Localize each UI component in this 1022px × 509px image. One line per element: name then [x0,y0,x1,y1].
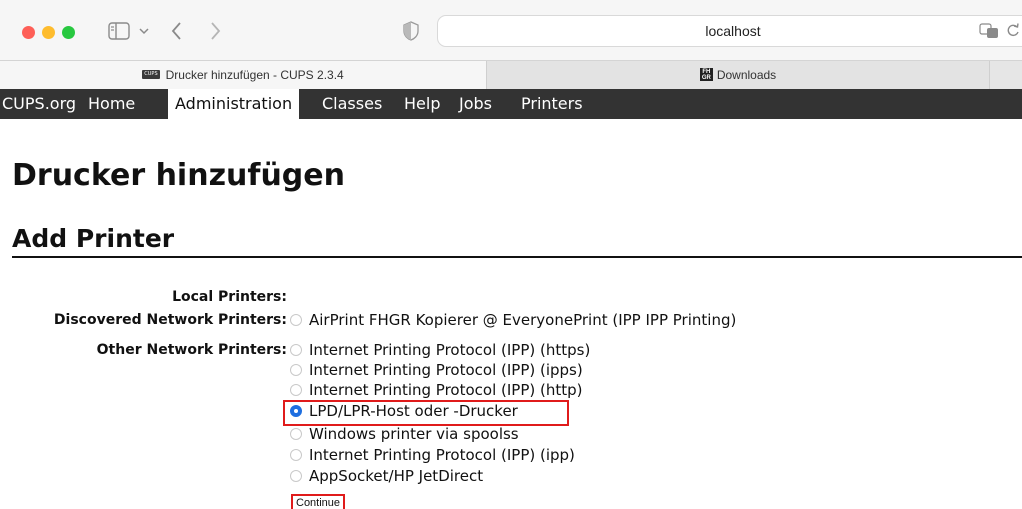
tab-cups[interactable]: CUPS Drucker hinzufügen - CUPS 2.3.4 [0,61,486,89]
radio-button[interactable] [290,383,302,396]
window-minimize-button[interactable] [42,26,55,39]
radio-button[interactable] [290,427,302,440]
nav-administration[interactable]: Administration [168,89,300,119]
section-title: Add Printer [12,224,175,253]
local-printers-label: Local Printers: [172,289,287,305]
sidebar-toggle-icon[interactable] [108,22,130,40]
option-label: AppSocket/HP JetDirect [309,467,484,485]
highlight-box-lpd [283,400,569,426]
window-close-button[interactable] [22,26,35,39]
radio-button[interactable] [290,343,302,356]
url-text[interactable]: localhost [438,16,1022,46]
radio-option-spoolss[interactable]: Windows printer via spoolss [290,425,519,445]
nav-jobs[interactable]: Jobs [459,89,492,119]
nav-help[interactable]: Help [404,89,440,119]
radio-option-ipp-http[interactable]: Internet Printing Protocol (IPP) (http) [290,381,583,401]
cups-navbar: CUPS.org Home Administration Classes Hel… [0,89,1022,119]
radio-option-ipp[interactable]: Internet Printing Protocol (IPP) (ipp) [290,446,575,466]
address-bar[interactable]: localhost [437,15,1022,47]
cups-favicon-icon: CUPS [142,70,160,80]
radio-button[interactable] [290,469,302,482]
option-label: Windows printer via spoolss [309,425,519,443]
option-label: Internet Printing Protocol (IPP) (http) [309,381,583,399]
page-title: Drucker hinzufügen [12,158,345,193]
tab-cups-label: Drucker hinzufügen - CUPS 2.3.4 [165,68,344,82]
radio-option-ipps[interactable]: Internet Printing Protocol (IPP) (ipps) [290,361,583,381]
other-printers-label: Other Network Printers: [96,342,287,358]
tab-downloads[interactable]: FH GR Downloads [486,61,990,89]
tab-bar: CUPS Drucker hinzufügen - CUPS 2.3.4 FH G… [0,60,1022,89]
reload-icon[interactable] [1006,22,1020,38]
nav-cups-org[interactable]: CUPS.org [2,89,76,119]
forward-arrow-icon[interactable] [206,20,224,42]
option-label: AirPrint FHGR Kopierer @ EveryonePrint (… [309,311,737,329]
nav-home[interactable]: Home [88,89,135,119]
discovered-printers-label: Discovered Network Printers: [53,312,287,328]
browser-toolbar: localhost [0,0,1022,60]
option-label: Internet Printing Protocol (IPP) (ipps) [309,361,583,379]
tab-downloads-label: Downloads [716,68,777,82]
nav-classes[interactable]: Classes [322,89,382,119]
back-arrow-icon[interactable] [168,20,186,42]
radio-option-airprint[interactable]: AirPrint FHGR Kopierer @ EveryonePrint (… [290,311,736,331]
radio-button[interactable] [290,448,302,461]
radio-button[interactable] [290,363,302,376]
radio-option-appsocket[interactable]: AppSocket/HP JetDirect [290,467,483,487]
chevron-down-icon[interactable] [137,22,151,40]
fhgr-favicon-icon: FH GR [699,68,713,82]
nav-printers[interactable]: Printers [521,89,583,119]
radio-option-ipp-https[interactable]: Internet Printing Protocol (IPP) (https) [290,341,590,361]
privacy-shield-icon[interactable] [403,21,419,41]
continue-button[interactable]: Continue [291,494,346,509]
option-label: Internet Printing Protocol (IPP) (https) [309,341,591,359]
section-divider [12,256,1022,258]
window-maximize-button[interactable] [62,26,75,39]
radio-button[interactable] [290,313,302,326]
option-label: Internet Printing Protocol (IPP) (ipp) [309,446,575,464]
translate-icon[interactable] [979,23,999,39]
